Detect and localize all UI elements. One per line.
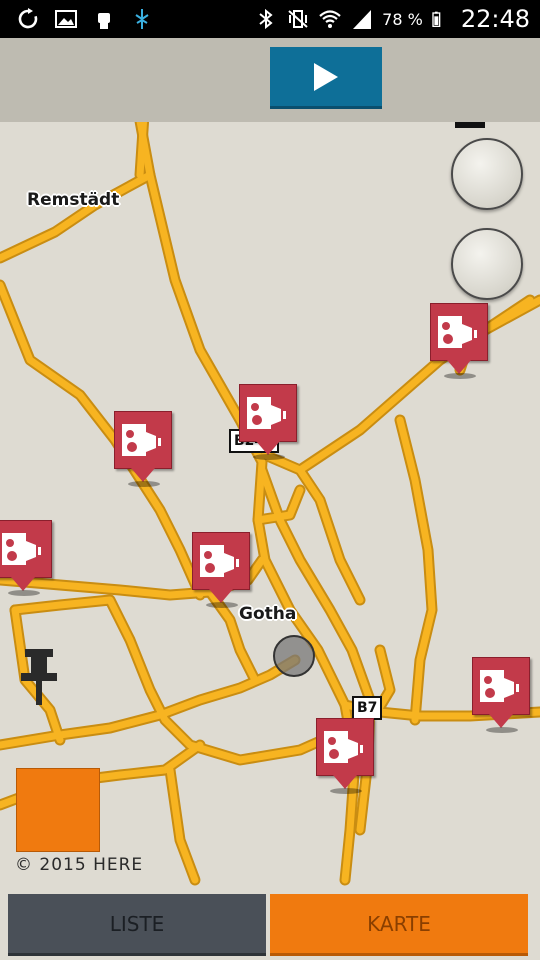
speed-camera-icon [122,424,161,456]
speed-camera-marker[interactable] [472,657,530,733]
battery-icon [432,11,441,27]
map-copyright: © 2015 HERE [15,855,144,875]
speed-camera-icon [247,397,286,429]
speed-camera-icon [2,533,41,565]
sync-icon [18,8,38,29]
map-view[interactable]: Remstädt Gotha B247 B7 © 2015 HERE [0,122,540,892]
speed-camera-icon [200,545,239,577]
fist-icon [98,13,110,29]
speed-camera-icon [324,731,363,763]
speed-camera-icon [480,670,519,702]
bottom-tab-bar: LISTE KARTE [0,892,540,960]
status-bar: 78 % 22:48 [0,0,540,38]
zoom-in-button[interactable] [451,138,523,210]
minus-icon [455,122,485,128]
current-location-marker [273,635,315,677]
speed-camera-marker[interactable] [430,303,488,379]
speed-camera-marker[interactable] [114,411,172,487]
speed-camera-marker[interactable] [0,520,52,596]
play-button[interactable] [270,47,382,109]
tab-liste[interactable]: LISTE [8,894,266,956]
drop-pin-button[interactable] [16,649,100,852]
image-icon [55,10,77,28]
battery-percent: 78 % [382,9,423,29]
top-toolbar [0,38,540,122]
play-icon [314,62,338,91]
pushpin-icon [21,649,57,705]
speed-camera-marker[interactable] [316,718,374,794]
speed-camera-icon [438,316,477,348]
tab-karte[interactable]: KARTE [270,894,528,956]
zoom-out-button[interactable] [451,122,523,300]
city-label-remstaedt: Remstädt [27,190,120,210]
road-shield-b7: B7 [352,696,383,720]
speed-camera-marker[interactable] [192,532,250,608]
speed-camera-marker[interactable] [239,384,297,460]
vibrate-icon [288,10,308,28]
signal-icon [353,10,372,29]
clock: 22:48 [460,5,530,33]
wifi-icon [319,10,341,28]
usb-debug-icon [135,9,149,29]
bluetooth-icon [259,8,273,30]
